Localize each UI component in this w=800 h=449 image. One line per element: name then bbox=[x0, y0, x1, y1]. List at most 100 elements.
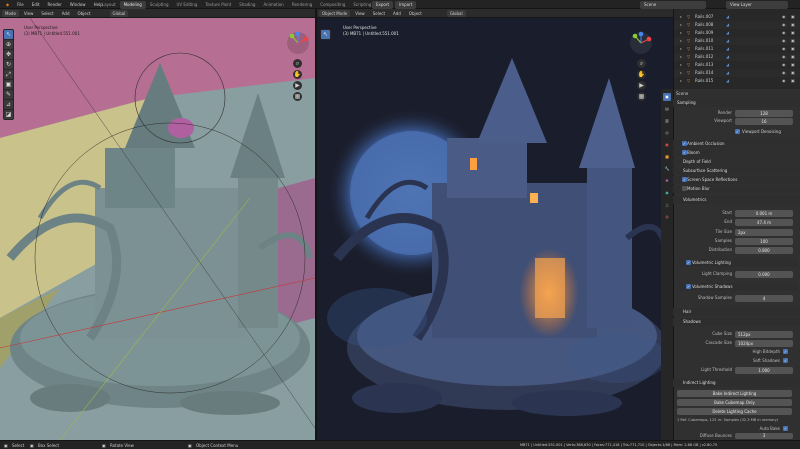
section-bloom[interactable]: Bloom bbox=[673, 149, 800, 157]
bake-cubemap-button[interactable]: Bake Cubemap Only bbox=[677, 399, 792, 406]
transform-tool-icon[interactable]: ▣ bbox=[4, 80, 13, 89]
cube-size-dropdown[interactable]: 512px bbox=[735, 331, 793, 338]
export-button[interactable]: Export bbox=[372, 1, 394, 9]
menu-file[interactable]: File bbox=[13, 1, 28, 9]
expand-arrow-icon[interactable]: ▸ bbox=[680, 30, 682, 35]
menu-edit[interactable]: Edit bbox=[28, 1, 44, 9]
scene-selector[interactable]: Scene bbox=[640, 1, 706, 9]
expand-arrow-icon[interactable]: ▸ bbox=[680, 22, 682, 27]
section-vol-shadows[interactable]: Volumetric Shadows bbox=[678, 283, 798, 291]
render-camera-icon[interactable]: ▣ bbox=[791, 70, 795, 75]
scene-tab-icon[interactable]: ◎ bbox=[663, 129, 671, 137]
tab-layout[interactable]: Layout bbox=[98, 1, 120, 9]
render-samples-field[interactable]: 128 bbox=[735, 110, 793, 117]
right-mode-dropdown[interactable]: Object Mode bbox=[319, 9, 351, 17]
left-grid-icon[interactable]: ▦ bbox=[293, 92, 302, 101]
section-sampling[interactable]: Sampling bbox=[673, 99, 800, 107]
section-motion-blur[interactable]: Motion Blur bbox=[673, 185, 800, 193]
render-camera-icon[interactable]: ▣ bbox=[791, 38, 795, 43]
import-button[interactable]: Import bbox=[395, 1, 417, 9]
right-viewport[interactable]: Object Mode View Select Add Object Globa… bbox=[317, 9, 673, 440]
visibility-eye-icon[interactable]: ◉ bbox=[782, 78, 786, 83]
soft-shadows-checkbox[interactable]: ✓ bbox=[783, 358, 788, 363]
outliner-row[interactable]: ▸ ▽ Rails.014 ◢ ◉ ▣ bbox=[674, 69, 800, 77]
vol-end-field[interactable]: 47.4 m bbox=[735, 219, 793, 226]
tile-size-dropdown[interactable]: 2px bbox=[735, 229, 793, 236]
data-tab-icon[interactable]: △ bbox=[663, 201, 671, 209]
left-mode-dropdown[interactable]: Mode bbox=[2, 9, 19, 17]
world-tab-icon[interactable]: ● bbox=[663, 141, 671, 149]
outliner-row[interactable]: ▸ ▽ Rails.011 ◢ ◉ ▣ bbox=[674, 45, 800, 53]
visibility-eye-icon[interactable]: ◉ bbox=[782, 14, 786, 19]
viewport-samples-field[interactable]: 16 bbox=[735, 118, 793, 125]
left-pan-icon[interactable]: ✋ bbox=[293, 70, 302, 79]
left-viewport[interactable]: Mode View Select Add Object Global User … bbox=[0, 9, 315, 440]
left-view-menu[interactable]: View bbox=[21, 10, 37, 17]
cascade-size-dropdown[interactable]: 1024px bbox=[735, 340, 793, 347]
tab-rendering[interactable]: Rendering bbox=[288, 1, 316, 9]
blender-logo-icon[interactable]: ◆ bbox=[2, 1, 13, 9]
section-ambient-occlusion[interactable]: Ambient Occlusion bbox=[673, 140, 800, 148]
visibility-eye-icon[interactable]: ◉ bbox=[782, 22, 786, 27]
right-add-menu[interactable]: Add bbox=[390, 10, 404, 17]
outliner-row[interactable]: ▸ ▽ Rails.012 ◢ ◉ ▣ bbox=[674, 53, 800, 61]
expand-arrow-icon[interactable]: ▸ bbox=[680, 62, 682, 67]
tab-modeling[interactable]: Modeling bbox=[119, 1, 146, 9]
vol-shadows-checkbox[interactable]: ✓ bbox=[686, 284, 691, 289]
distribution-field[interactable]: 0.800 bbox=[735, 247, 793, 254]
vol-start-field[interactable]: 0.001 m bbox=[735, 210, 793, 217]
left-zoom-icon[interactable]: ⌕ bbox=[293, 59, 302, 68]
measure-tool-icon[interactable]: ⊿ bbox=[4, 100, 13, 109]
view-layer-tab-icon[interactable]: ▥ bbox=[663, 117, 671, 125]
render-camera-icon[interactable]: ▣ bbox=[791, 54, 795, 59]
motion-blur-checkbox[interactable] bbox=[682, 186, 687, 191]
cursor-tool-icon[interactable]: ⊕ bbox=[4, 40, 13, 49]
section-ssr[interactable]: Screen Space Reflections bbox=[673, 176, 800, 184]
tab-uv-editing[interactable]: UV Editing bbox=[173, 1, 202, 9]
material-tab-icon[interactable]: ◍ bbox=[663, 213, 671, 221]
shadow-samples-field[interactable]: 4 bbox=[735, 295, 793, 302]
outliner-row[interactable]: ▸ ▽ Rails.010 ◢ ◉ ▣ bbox=[674, 37, 800, 45]
section-subsurface[interactable]: Subsurface Scattering bbox=[673, 167, 800, 175]
expand-arrow-icon[interactable]: ▸ bbox=[680, 14, 682, 19]
object-tab-icon[interactable]: ■ bbox=[663, 153, 671, 161]
move-tool-icon[interactable]: ✥ bbox=[4, 50, 13, 59]
left-object-menu[interactable]: Object bbox=[75, 10, 94, 17]
left-select-menu[interactable]: Select bbox=[38, 10, 56, 17]
left-add-menu[interactable]: Add bbox=[59, 10, 73, 17]
add-cube-tool-icon[interactable]: ◪ bbox=[4, 110, 13, 119]
render-tab-icon[interactable]: ▣ bbox=[663, 93, 671, 101]
right-select-menu[interactable]: Select bbox=[370, 10, 388, 17]
left-camera-icon[interactable]: ▶ bbox=[293, 81, 302, 90]
render-camera-icon[interactable]: ▣ bbox=[791, 14, 795, 19]
visibility-eye-icon[interactable]: ◉ bbox=[782, 46, 786, 51]
expand-arrow-icon[interactable]: ▸ bbox=[680, 46, 682, 51]
diffuse-bounces-field[interactable]: 3 bbox=[735, 433, 793, 439]
section-indirect-lighting[interactable]: Indirect Lighting bbox=[673, 379, 800, 387]
expand-arrow-icon[interactable]: ▸ bbox=[680, 70, 682, 75]
outliner-row[interactable]: ▸ ▽ Rails.013 ◢ ◉ ▣ bbox=[674, 61, 800, 69]
bloom-checkbox[interactable]: ✓ bbox=[682, 150, 687, 155]
particles-tab-icon[interactable]: ✺ bbox=[663, 177, 671, 185]
physics-tab-icon[interactable]: ◉ bbox=[663, 189, 671, 197]
render-camera-icon[interactable]: ▣ bbox=[791, 22, 795, 27]
light-threshold-field[interactable]: 1.000 bbox=[735, 367, 793, 374]
right-view-menu[interactable]: View bbox=[352, 10, 368, 17]
scale-tool-icon[interactable]: ⤢ bbox=[4, 70, 13, 79]
visibility-eye-icon[interactable]: ◉ bbox=[782, 38, 786, 43]
tab-sculpting[interactable]: Sculpting bbox=[146, 1, 173, 9]
right-grid-icon[interactable]: ▦ bbox=[637, 92, 646, 101]
section-hair[interactable]: Hair bbox=[673, 308, 800, 316]
viewport-denoising-checkbox[interactable]: ✓ bbox=[735, 129, 740, 134]
outliner-row[interactable]: ▸ ▽ Rails.015 ◢ ◉ ▣ bbox=[674, 77, 800, 85]
annotate-tool-icon[interactable]: ✎ bbox=[4, 90, 13, 99]
right-select-tool-icon[interactable]: ↖ bbox=[321, 30, 330, 39]
outliner-row[interactable]: ▸ ▽ Rails.007 ◢ ◉ ▣ bbox=[674, 13, 800, 21]
bake-indirect-button[interactable]: Bake Indirect Lighting bbox=[677, 390, 792, 397]
light-clamp-field[interactable]: 0.000 bbox=[735, 271, 793, 278]
visibility-eye-icon[interactable]: ◉ bbox=[782, 54, 786, 59]
visibility-eye-icon[interactable]: ◉ bbox=[782, 70, 786, 75]
tab-texture-paint[interactable]: Texture Paint bbox=[201, 1, 235, 9]
high-bitdepth-checkbox[interactable]: ✓ bbox=[783, 349, 788, 354]
render-camera-icon[interactable]: ▣ bbox=[791, 30, 795, 35]
